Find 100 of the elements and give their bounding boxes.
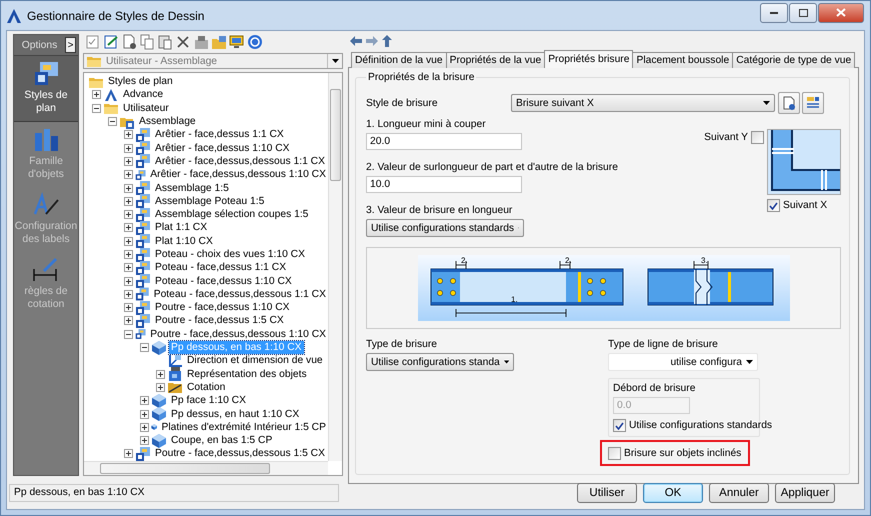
up-arrow-icon[interactable]: [381, 34, 393, 48]
tree-item[interactable]: Assemblage Poteau 1:5: [153, 194, 266, 208]
paste-icon[interactable]: [157, 34, 173, 50]
expand-sidebar-button[interactable]: >: [65, 37, 76, 53]
tree-item[interactable]: Pp dessus, en haut 1:10 CX: [169, 408, 302, 421]
tree-item[interactable]: Arêtier - face,dessus 1:10 CX: [153, 142, 292, 155]
tree-item[interactable]: Poutre - face,dessus 1:5 CX: [153, 314, 286, 328]
collapse-icon[interactable]: [108, 117, 117, 126]
copy-icon[interactable]: [139, 34, 155, 50]
horizontal-scrollbar[interactable]: [84, 461, 328, 475]
tree-item[interactable]: Poutre - face,dessus,dessous 1:5 CX: [153, 447, 327, 460]
expand-icon[interactable]: [156, 370, 165, 379]
checkbox[interactable]: [751, 131, 764, 144]
location-combo[interactable]: Utilisateur - Assemblage: [83, 53, 343, 69]
tree-item[interactable]: Pp face 1:10 CX: [169, 394, 248, 408]
tree-item[interactable]: Assemblage 1:5: [153, 182, 231, 195]
expand-icon[interactable]: [140, 410, 149, 419]
blocks-icon: [32, 127, 60, 153]
collapse-icon[interactable]: [92, 104, 101, 113]
tree-item[interactable]: Styles de plan: [106, 75, 175, 88]
tree-item[interactable]: Arêtier - face,dessus,dessous 1:1 CX: [153, 154, 327, 168]
checkbox[interactable]: [608, 446, 621, 460]
tree-item[interactable]: Plat 1:10 CX: [153, 234, 215, 248]
expand-icon[interactable]: [124, 303, 133, 312]
expand-icon[interactable]: [124, 210, 133, 220]
tab[interactable]: Catégorie de type de vue: [732, 52, 856, 68]
min-length-input[interactable]: 20.0: [366, 133, 522, 150]
minimize-button[interactable]: [760, 2, 788, 22]
tree-item[interactable]: Poteau - face,dessus 1:1 CX: [153, 261, 288, 274]
blueprint-icon: [135, 248, 151, 262]
expand-icon[interactable]: [124, 184, 133, 193]
tab[interactable]: Placement boussole: [632, 52, 734, 68]
tree-item[interactable]: Poutre - face,dessus 1:10 CX: [153, 301, 292, 314]
maximize-button[interactable]: [789, 2, 817, 22]
dialog-button[interactable]: Appliquer: [775, 482, 835, 502]
expand-icon[interactable]: [124, 223, 133, 232]
tree-item[interactable]: Assemblage: [137, 115, 198, 128]
expand-icon[interactable]: [124, 236, 133, 246]
expand-icon[interactable]: [140, 436, 149, 446]
line-type-select[interactable]: utilise configura: [608, 353, 758, 371]
checkbox-label: Suivant X: [783, 200, 828, 211]
vertical-scrollbar[interactable]: [328, 73, 342, 461]
tree-item[interactable]: Coupe, en bas 1:5 CP: [169, 434, 274, 448]
edit-doc-icon[interactable]: [103, 34, 119, 50]
blueprint-icon: [135, 274, 151, 288]
new-style-button[interactable]: [778, 92, 800, 114]
expand-icon[interactable]: [124, 449, 133, 458]
expand-icon[interactable]: [124, 196, 133, 206]
blueprint-icon: [135, 314, 151, 328]
style-list-button[interactable]: [802, 92, 824, 114]
dialog-button[interactable]: Utiliser: [577, 482, 637, 502]
expand-icon[interactable]: [156, 382, 165, 392]
tab[interactable]: Définition de la vue: [351, 52, 447, 68]
break-style-select[interactable]: Brisure suivant X: [511, 94, 775, 112]
tree-item[interactable]: Advance: [121, 88, 166, 102]
tree-item[interactable]: Poteau - face,dessus 1:10 CX: [153, 274, 294, 288]
export-icon[interactable]: [211, 34, 227, 50]
new-doc-icon: [782, 96, 796, 110]
expand-icon[interactable]: [124, 130, 133, 140]
delete-icon[interactable]: [175, 34, 191, 50]
expand-icon[interactable]: [140, 396, 149, 406]
tree-item[interactable]: Utilisateur: [121, 102, 171, 115]
tree-item[interactable]: Poteau - choix des vues 1:10 CX: [153, 248, 307, 261]
tree-item[interactable]: Arêtier - face,dessus 1:1 CX: [153, 128, 286, 142]
tree-item[interactable]: Poutre - face,dessus,dessous 1:10 CX: [148, 328, 328, 341]
expand-icon[interactable]: [124, 250, 133, 259]
monitor-icon[interactable]: [229, 34, 245, 50]
tree-item[interactable]: Platines d'extrémité Intérieur 1:5 CP: [159, 420, 328, 434]
tab[interactable]: Propriétés de la vue: [446, 52, 546, 68]
expand-icon[interactable]: [124, 263, 133, 272]
checkbox[interactable]: [767, 199, 780, 212]
overlength-input[interactable]: 10.0: [366, 176, 522, 193]
expand-icon[interactable]: [124, 316, 133, 326]
tree-item[interactable]: Plat 1:1 CX: [153, 221, 210, 234]
expand-icon[interactable]: [124, 290, 133, 299]
tab[interactable]: Propriétés brisure: [544, 50, 634, 68]
expand-icon[interactable]: [124, 144, 133, 153]
new-doc-icon[interactable]: [121, 34, 137, 50]
expand-icon[interactable]: [92, 90, 101, 100]
expand-icon[interactable]: [124, 276, 133, 286]
collapse-icon[interactable]: [140, 343, 149, 352]
help-icon[interactable]: [247, 34, 263, 50]
tree-item[interactable]: Direction et dimension de vue: [185, 354, 325, 368]
expand-icon[interactable]: [124, 170, 133, 180]
break-type-select[interactable]: Utilise configurations standa: [366, 353, 514, 371]
tree-item[interactable]: Cotation: [185, 380, 228, 394]
dialog-button[interactable]: Annuler: [709, 482, 769, 502]
collapse-icon[interactable]: [124, 330, 133, 339]
check-doc-icon[interactable]: [85, 34, 101, 50]
dialog-button[interactable]: OK: [643, 482, 703, 502]
expand-icon[interactable]: [140, 422, 149, 432]
tree-item[interactable]: Assemblage sélection coupes 1:5: [153, 208, 310, 222]
tree-item[interactable]: Représentation des objets: [185, 368, 309, 381]
close-button[interactable]: [818, 2, 864, 22]
back-arrow-icon[interactable]: [349, 35, 363, 47]
break-length-select[interactable]: Utilise configurations standards: [366, 219, 524, 237]
tree-item[interactable]: Poteau - face,dessus,dessous 1:1 CX: [152, 288, 328, 301]
expand-icon[interactable]: [124, 156, 133, 166]
tree-item[interactable]: Arêtier - face,dessus,dessous 1:10 CX: [148, 168, 328, 182]
blueprint-icon: [135, 208, 151, 222]
